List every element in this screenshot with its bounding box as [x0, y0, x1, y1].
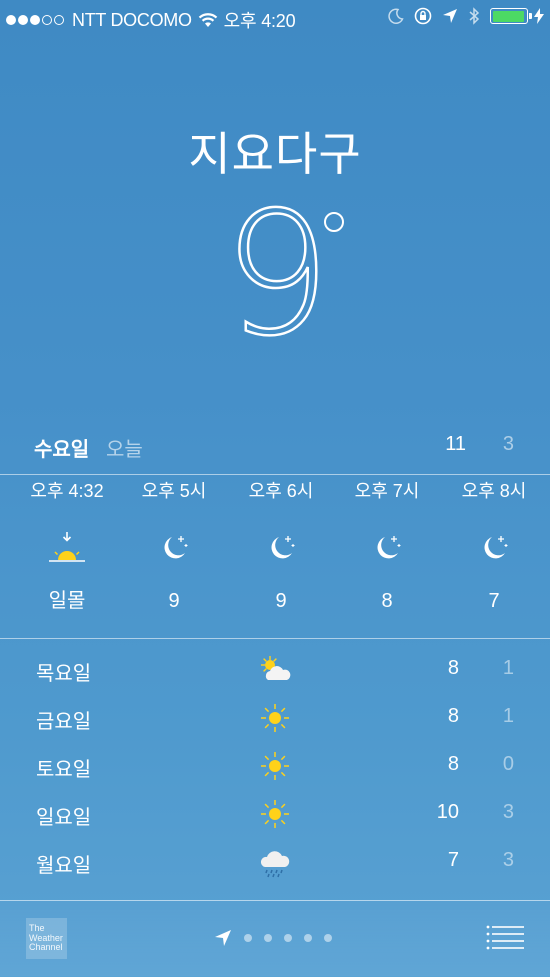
daily-row: 목요일 8 1 [0, 645, 550, 693]
bottom-toolbar: The Weather Channel [0, 900, 550, 977]
today-summary[interactable]: 수요일 오늘 11 3 [0, 430, 550, 462]
moon-stars-icon [271, 536, 295, 559]
location-arrow-icon [215, 930, 231, 946]
day-name: 금요일 [36, 711, 92, 733]
day-name: 목요일 [36, 663, 92, 685]
daily-row: 일요일 10 3 [0, 789, 550, 837]
rotation-lock-icon [414, 7, 432, 25]
page-dot [324, 934, 332, 942]
hourly-forecast[interactable]: 오후 4:32 일몰 오후 5시 9 오후 6시 9 오후 7시 8 오후 8시… [0, 478, 550, 628]
day-low: 1 [502, 705, 514, 727]
sun-icon [261, 704, 289, 732]
day-name: 일요일 [36, 807, 92, 829]
day-name: 월요일 [36, 855, 92, 877]
wifi-icon [198, 13, 217, 27]
sun-icon [261, 800, 289, 828]
hour-value: 일몰 [48, 590, 86, 612]
moon-stars-icon [377, 536, 401, 559]
day-high: 8 [447, 753, 459, 775]
moon-stars-icon [484, 536, 508, 559]
today-day-name: 수요일 [34, 439, 90, 461]
day-name: 토요일 [36, 759, 92, 781]
current-temperature: 9 [222, 176, 333, 374]
sunset-icon [49, 532, 85, 562]
day-high: 8 [447, 657, 459, 679]
page-dot [304, 934, 312, 942]
rain-cloud-icon [260, 851, 290, 878]
current-temperature-wrap: 9 [0, 176, 550, 374]
today-label: 오늘 [106, 439, 143, 461]
hourly-item: 오후 8시 7 [441, 478, 547, 614]
today-low: 3 [502, 433, 514, 455]
hour-value: 9 [168, 590, 180, 612]
day-high: 8 [447, 705, 459, 727]
hour-time: 오후 8시 [461, 481, 527, 501]
hourly-item: 오후 5시 9 [121, 478, 227, 614]
day-high: 7 [447, 849, 459, 871]
sun-icon [261, 752, 289, 780]
page-dot [284, 934, 292, 942]
moon-stars-icon [164, 536, 188, 559]
hour-time: 오후 4:32 [30, 481, 104, 501]
page-indicator[interactable] [214, 929, 332, 947]
day-high: 10 [436, 801, 459, 823]
page-dot [264, 934, 272, 942]
signal-strength-icon [6, 15, 66, 25]
hour-value: 9 [275, 590, 287, 612]
moon-icon [388, 8, 404, 24]
hourly-item: 오후 6시 9 [228, 478, 334, 614]
charging-icon [534, 8, 544, 24]
daily-row: 토요일 8 0 [0, 741, 550, 789]
day-low: 0 [502, 753, 514, 775]
today-high: 11 [445, 433, 466, 455]
daily-row: 월요일 7 3 [0, 837, 550, 885]
partly-cloudy-icon [261, 656, 291, 680]
hourly-item: 오후 4:32 일몰 [14, 478, 120, 614]
list-icon[interactable] [486, 925, 524, 951]
hour-value: 7 [488, 590, 500, 612]
daily-row: 금요일 8 1 [0, 693, 550, 741]
daily-forecast[interactable]: 목요일 8 1 금요일 8 1 토요일 8 0 일요일 10 3 월요일 7 3 [0, 645, 550, 901]
bluetooth-icon [469, 7, 480, 25]
hour-time: 오후 6시 [248, 481, 314, 501]
battery-fill [492, 10, 524, 22]
degree-symbol [324, 212, 344, 232]
carrier-name: NTT DOCOMO [72, 9, 192, 30]
status-left: NTT DOCOMO 오후 4:20 [6, 7, 296, 33]
city-name: 지요다구 [188, 128, 362, 180]
hour-value: 8 [381, 590, 393, 612]
weather-channel-logo[interactable]: The Weather Channel [26, 918, 67, 959]
battery-icon [490, 8, 532, 24]
day-low: 3 [502, 801, 514, 823]
page-dot [244, 934, 252, 942]
hour-time: 오후 7시 [354, 481, 420, 501]
status-time: 오후 4:20 [223, 11, 296, 31]
day-low: 3 [502, 849, 514, 871]
day-low: 1 [502, 657, 514, 679]
hour-time: 오후 5시 [141, 481, 207, 501]
location-arrow-icon [443, 9, 457, 23]
status-bar: NTT DOCOMO 오후 4:20 [0, 0, 550, 36]
hourly-item: 오후 7시 8 [334, 478, 440, 614]
divider-bottom [0, 638, 550, 639]
divider-top [0, 474, 550, 475]
status-right [378, 7, 544, 25]
